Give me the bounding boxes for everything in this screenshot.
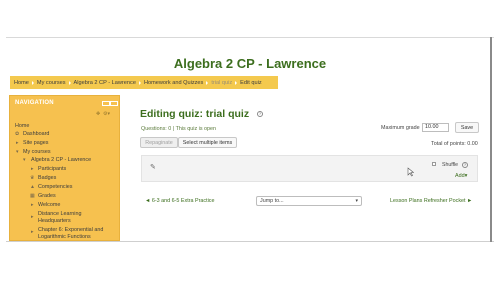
breadcrumb-homework-quizzes[interactable]: Homework and Quizzes: [144, 80, 203, 86]
grades-icon: ▦: [30, 193, 35, 199]
nav-chapter-6-cont[interactable]: Logarithmic Functions: [38, 234, 91, 240]
breadcrumb-home[interactable]: Home: [14, 80, 29, 86]
shuffle-checkbox[interactable]: [432, 162, 436, 166]
previous-activity-link[interactable]: ◄ 6-3 and 6-5 Extra Practice: [145, 198, 214, 204]
chevron-down-icon: ▾: [355, 198, 358, 204]
breadcrumb-trial-quiz[interactable]: trial quiz: [211, 80, 232, 86]
nav-chapter-6[interactable]: Chapter 6: Exponential and: [38, 227, 103, 233]
expand-icon[interactable]: ▸: [31, 166, 34, 172]
add-menu[interactable]: Add▾: [455, 173, 467, 179]
nav-site-pages[interactable]: Site pages: [23, 140, 48, 146]
quiz-section: [141, 155, 478, 182]
move-icon[interactable]: ✥: [96, 111, 100, 117]
competencies-icon: ▲: [30, 184, 35, 190]
help-icon[interactable]: ?: [462, 162, 468, 168]
repaginate-button[interactable]: Repaginate: [140, 137, 178, 148]
expand-icon[interactable]: ▸: [31, 214, 34, 220]
nav-course[interactable]: Algebra 2 CP - Lawrence: [31, 157, 91, 163]
breadcrumb-separator: [68, 80, 71, 85]
edit-heading-icon[interactable]: ✎: [150, 164, 156, 171]
nav-distance-learning-cont[interactable]: Headquarters: [38, 218, 71, 224]
nav-my-courses[interactable]: My courses: [23, 149, 51, 155]
collapse-icon[interactable]: [110, 101, 118, 106]
nav-distance-learning[interactable]: Distance Learning: [38, 211, 81, 217]
jump-to-label: Jump to...: [260, 198, 284, 204]
caret-down-icon: ▾: [464, 173, 468, 179]
breadcrumb-edit-quiz: Edit quiz: [240, 79, 262, 86]
navigation-header: NAVIGATION: [15, 100, 54, 106]
save-button[interactable]: Save: [455, 122, 479, 133]
breadcrumb-separator: [235, 80, 238, 85]
breadcrumb-course[interactable]: Algebra 2 CP - Lawrence: [74, 80, 136, 86]
mouse-cursor-icon: [407, 167, 414, 177]
expand-icon[interactable]: ▸: [16, 140, 19, 146]
page-title: Editing quiz: trial quiz: [140, 108, 250, 120]
breadcrumb-my-courses[interactable]: My courses: [37, 80, 66, 86]
max-grade-label: Maximum grade: [381, 125, 420, 131]
add-label: Add: [455, 173, 465, 179]
nav-home[interactable]: Home: [15, 123, 29, 129]
badge-icon: ♛: [30, 175, 35, 181]
frame-bottom-border: [6, 241, 494, 242]
nav-participants[interactable]: Participants: [38, 166, 66, 172]
frame-top-border: [6, 37, 494, 38]
navigation-block: NAVIGATION ✥ ⚙▾ Home ✿ Dashboard ▸ Site …: [9, 95, 120, 241]
nav-competencies[interactable]: Competencies: [38, 184, 72, 190]
dock-icon[interactable]: [102, 101, 110, 106]
next-activity-link[interactable]: Lesson Plans Refresher Pocket ►: [390, 198, 472, 204]
site-title[interactable]: Algebra 2 CP - Lawrence: [0, 56, 500, 71]
breadcrumb-separator: [138, 80, 141, 85]
max-grade-input[interactable]: 10.00: [422, 123, 449, 132]
dashboard-icon: ✿: [15, 131, 20, 137]
expand-icon[interactable]: ▸: [31, 202, 34, 208]
expand-icon[interactable]: ▸: [31, 229, 34, 235]
help-icon[interactable]: ?: [257, 111, 263, 117]
breadcrumb-separator: [206, 80, 209, 85]
nav-welcome[interactable]: Welcome: [38, 202, 60, 208]
nav-dashboard[interactable]: Dashboard: [23, 131, 49, 137]
gear-icon[interactable]: ⚙▾: [103, 111, 110, 117]
select-multiple-button[interactable]: Select multiple items: [178, 137, 237, 148]
total-points: Total of points: 0.00: [431, 141, 478, 147]
jump-to-select[interactable]: Jump to... ▾: [256, 196, 362, 206]
breadcrumb: Home My courses Algebra 2 CP - Lawrence …: [10, 76, 278, 89]
collapse-arrow-icon[interactable]: ▾: [23, 157, 26, 163]
breadcrumb-separator: [31, 80, 34, 85]
collapse-arrow-icon[interactable]: ▾: [16, 149, 19, 155]
nav-badges[interactable]: Badges: [38, 175, 56, 181]
nav-grades[interactable]: Grades: [38, 193, 56, 199]
quiz-status: Questions: 0 | This quiz is open: [141, 126, 217, 132]
shuffle-label: Shuffle: [442, 162, 459, 168]
